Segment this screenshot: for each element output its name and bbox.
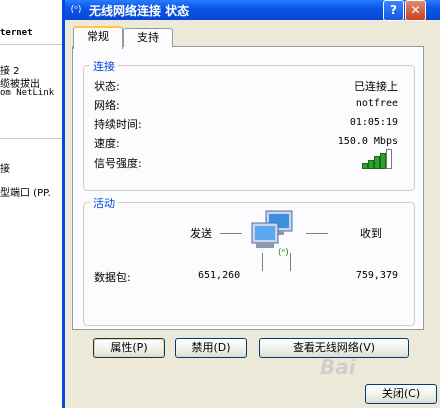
svg-text:(ᵒ): (ᵒ) bbox=[278, 248, 289, 258]
help-button[interactable]: ? bbox=[383, 0, 404, 21]
wireless-icon: (ᵒ) bbox=[70, 5, 82, 15]
packets-sent-value: 651,260 bbox=[198, 270, 241, 281]
background-window: ternet 接 2 缆被拔出 om NetLink 接 型端口 (PP. bbox=[0, 0, 71, 408]
bg-divider bbox=[0, 44, 70, 45]
bg-divider bbox=[0, 138, 70, 139]
received-tick bbox=[290, 253, 291, 271]
packets-received-value: 759,379 bbox=[355, 270, 398, 281]
disable-button[interactable]: 禁用(D) bbox=[175, 338, 247, 358]
sent-label: 发送 bbox=[190, 227, 212, 240]
bg-text-line: om NetLink bbox=[0, 88, 55, 98]
sent-tick bbox=[262, 253, 263, 271]
activity-group-title: 活动 bbox=[90, 195, 118, 211]
speed-value: 150.0 Mbps bbox=[337, 136, 398, 147]
activity-group: 活动 发送 收到 (ᵒ) 数据包: 651,260 759,379 bbox=[83, 195, 415, 326]
dialog-title: 无线网络连接 状态 bbox=[89, 4, 190, 18]
signal-strength-label: 信号强度: bbox=[94, 157, 142, 170]
watermark-logo: Bai bbox=[320, 355, 356, 379]
duration-value: 01:05:19 bbox=[349, 117, 398, 128]
received-label: 收到 bbox=[360, 227, 382, 240]
bg-text-line: ternet bbox=[0, 28, 33, 38]
close-window-button[interactable]: ✕ bbox=[405, 0, 426, 21]
connection-group: 连接 状态: 已连接上 网络: notfree 持续时间: 01:05:19 速… bbox=[83, 58, 415, 191]
network-value: notfree bbox=[355, 98, 398, 109]
packets-label: 数据包: bbox=[94, 271, 131, 284]
status-dialog: (ᵒ) 无线网络连接 状态 ? ✕ 连接 状态: 已连接上 网络: notfre… bbox=[62, 0, 440, 408]
status-label: 状态: bbox=[94, 80, 120, 93]
sent-line bbox=[220, 233, 242, 234]
signal-strength-icon bbox=[362, 149, 392, 169]
bg-text-line: 接 bbox=[0, 164, 10, 175]
received-line bbox=[306, 233, 328, 234]
status-value: 已连接上 bbox=[354, 80, 398, 93]
connection-group-title: 连接 bbox=[90, 58, 118, 74]
network-label: 网络: bbox=[94, 99, 120, 112]
network-computers-icon: (ᵒ) bbox=[251, 210, 293, 258]
speed-label: 速度: bbox=[94, 137, 120, 150]
duration-label: 持续时间: bbox=[94, 118, 142, 131]
properties-button[interactable]: 属性(P) bbox=[93, 338, 165, 358]
close-button[interactable]: 关闭(C) bbox=[365, 384, 437, 404]
tab-general[interactable]: 常规 bbox=[73, 26, 123, 49]
signal-bar bbox=[386, 149, 392, 169]
tab-panel-general: 连接 状态: 已连接上 网络: notfree 持续时间: 01:05:19 速… bbox=[72, 46, 424, 330]
tab-support[interactable]: 支持 bbox=[123, 28, 173, 47]
title-bar[interactable]: (ᵒ) 无线网络连接 状态 ? ✕ bbox=[65, 0, 440, 21]
bg-text-line: 型端口 (PP. bbox=[0, 188, 51, 199]
